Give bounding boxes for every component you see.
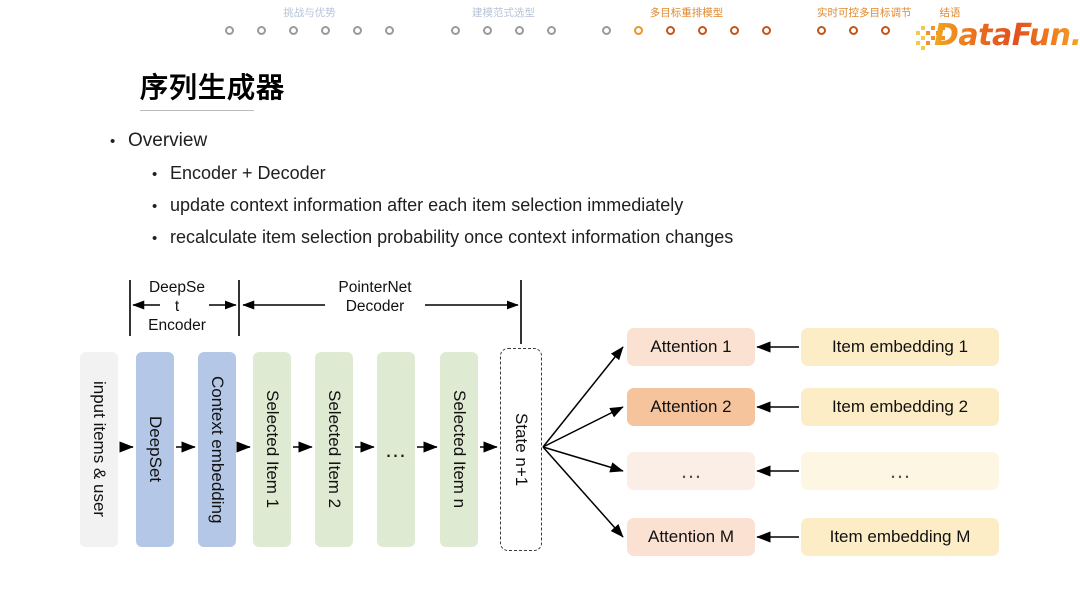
list-item: • recalculate item selection probability… <box>110 224 990 250</box>
bullet-text: Encoder + Decoder <box>170 163 326 183</box>
bullet-text: Overview <box>128 130 208 151</box>
pipeline-stage-label: … <box>384 436 408 462</box>
pipeline-stage-box: State n+1 <box>500 348 542 551</box>
nav-dot-icon[interactable] <box>666 26 675 35</box>
attention-box: Attention 2 <box>627 388 755 426</box>
nav-dot-row <box>451 26 556 35</box>
list-item: • update context information after each … <box>110 192 990 218</box>
nav-dot-icon[interactable] <box>634 26 643 35</box>
bullet-marker: • <box>110 133 116 150</box>
pipeline-stage-label: State n+1 <box>512 412 531 487</box>
nav-dot-row <box>602 26 771 35</box>
nav-dot-icon[interactable] <box>817 26 826 35</box>
datafun-logo: DataFun. <box>916 18 1080 53</box>
nav-dot-icon[interactable] <box>483 26 492 35</box>
logo-dot <box>916 31 920 35</box>
nav-section-label: 实时可控多目标调节 <box>817 8 912 19</box>
nav-dot-icon[interactable] <box>451 26 460 35</box>
nav-dot-icon[interactable] <box>385 26 394 35</box>
architecture-diagram: DeepSe t Encoder PointerNet Decoder inpu… <box>0 272 1080 572</box>
item-embedding-box: Item embedding M <box>801 518 999 556</box>
item-embedding-box: … <box>801 452 999 490</box>
attention-box: … <box>627 452 755 490</box>
nav-dot-icon[interactable] <box>515 26 524 35</box>
page-title: 序列生成器 <box>140 72 286 103</box>
pipeline-stage-box: DeepSet <box>136 352 174 547</box>
pipeline-stage-label: DeepSet <box>146 416 165 483</box>
pipeline-stage-box: Context embedding <box>198 352 236 547</box>
nav-dot-icon[interactable] <box>730 26 739 35</box>
pipeline-stage-box: Selected Item 1 <box>253 352 291 547</box>
nav-section-label: 多目标重排模型 <box>649 8 724 19</box>
logo-dot <box>926 31 930 35</box>
logo-dot <box>926 41 930 45</box>
bullet-marker: • <box>152 166 158 183</box>
pipeline-stage-box: … <box>377 352 415 547</box>
bullet-text: update context information after each it… <box>170 195 684 215</box>
pipeline-stage-box: input items & user <box>80 352 118 547</box>
bullet-text: recalculate item selection probability o… <box>170 227 734 247</box>
nav-dot-icon[interactable] <box>353 26 362 35</box>
attention-box: Attention 1 <box>627 328 755 366</box>
nav-section-label: 挑战与优势 <box>283 8 336 19</box>
nav-dot-row <box>817 26 890 35</box>
attention-box: Attention M <box>627 518 755 556</box>
nav-dot-icon[interactable] <box>698 26 707 35</box>
logo-wordmark: DataFun. <box>934 18 1080 53</box>
logo-dot <box>921 46 925 50</box>
list-item: • Overview <box>110 128 990 154</box>
pipeline-stage-label: Selected Item 1 <box>263 390 282 509</box>
pipeline-stage-label: Selected Item 2 <box>325 390 344 509</box>
logo-dot <box>916 41 920 45</box>
bullet-marker: • <box>152 230 158 247</box>
item-embedding-box: Item embedding 2 <box>801 388 999 426</box>
nav-section-label: 建模范式选型 <box>472 8 535 19</box>
pipeline-stage-box: Selected Item n <box>440 352 478 547</box>
bullet-list: • Overview • Encoder + Decoder • update … <box>110 128 990 256</box>
bullet-marker: • <box>152 198 158 215</box>
item-embedding-box: Item embedding 1 <box>801 328 999 366</box>
pipeline-stage-label: Selected Item n <box>450 390 469 509</box>
nav-dot-icon[interactable] <box>849 26 858 35</box>
nav-dot-icon[interactable] <box>602 26 611 35</box>
nav-dot-icon[interactable] <box>257 26 266 35</box>
pipeline-stage-label: input items & user <box>90 381 109 518</box>
nav-dot-icon[interactable] <box>762 26 771 35</box>
pipeline-stage-box: Selected Item 2 <box>315 352 353 547</box>
nav-dot-icon[interactable] <box>289 26 298 35</box>
pipeline-stage-label: Context embedding <box>208 375 227 524</box>
nav-dot-icon[interactable] <box>225 26 234 35</box>
nav-dot-icon[interactable] <box>321 26 330 35</box>
list-item: • Encoder + Decoder <box>110 160 990 186</box>
logo-dot <box>921 36 925 40</box>
nav-dot-icon[interactable] <box>547 26 556 35</box>
logo-dot <box>921 26 925 30</box>
nav-dot-row <box>225 26 394 35</box>
title-underline <box>140 110 254 111</box>
nav-dot-icon[interactable] <box>881 26 890 35</box>
